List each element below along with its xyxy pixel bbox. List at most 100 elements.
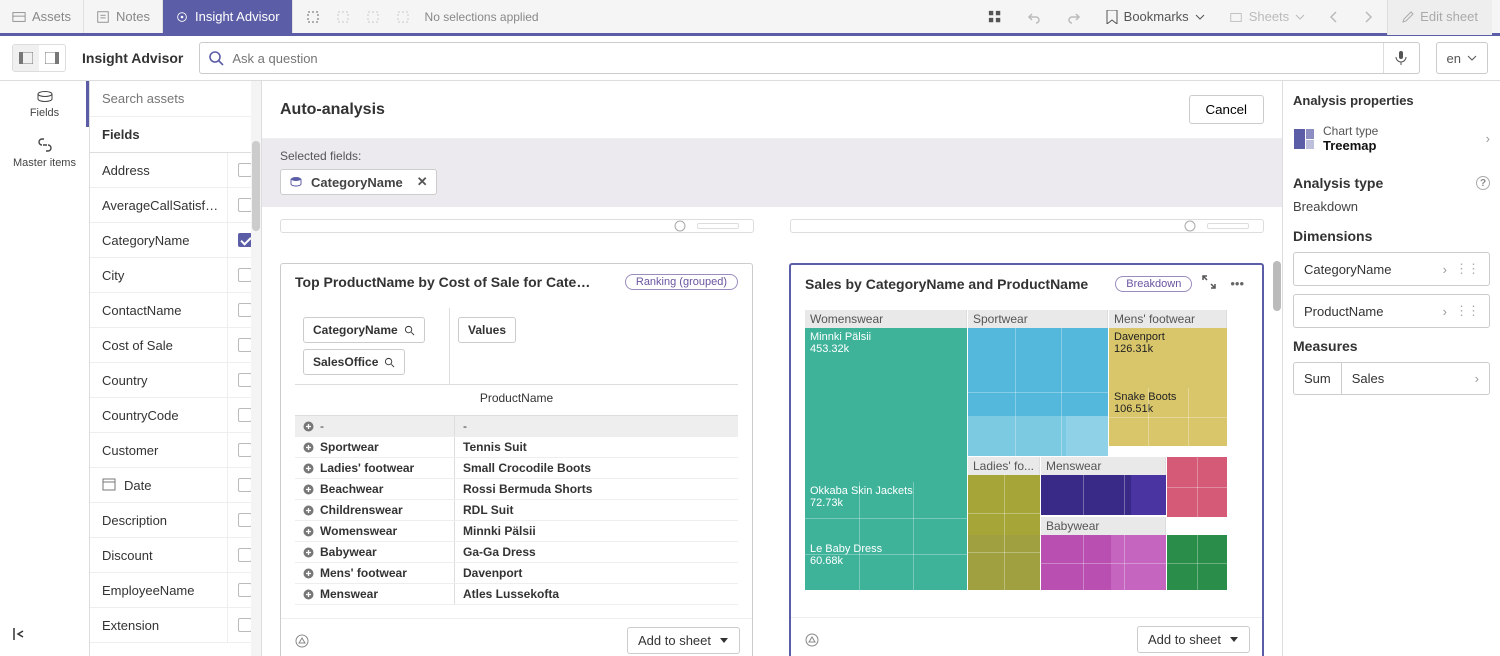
- tab-insight-advisor[interactable]: Insight Advisor: [163, 0, 293, 33]
- treemap-icon: [1293, 128, 1315, 150]
- expand-icon[interactable]: [303, 547, 314, 558]
- measure-sales[interactable]: Sum Sales›: [1293, 362, 1490, 395]
- sheets-button[interactable]: Sheets: [1219, 0, 1315, 35]
- no-selections-text: No selections applied: [425, 10, 539, 24]
- field-row[interactable]: AverageCallSatisfac...: [90, 188, 261, 223]
- add-to-sheet-button[interactable]: Add to sheet: [627, 627, 740, 654]
- treemap-category-label: Mens' footwear: [1109, 310, 1227, 329]
- card-menu-button[interactable]: •••: [1226, 276, 1248, 291]
- ask-question-search: [199, 42, 1419, 74]
- rail-item-master[interactable]: Master items: [0, 127, 89, 177]
- step-back-icon[interactable]: [335, 9, 351, 25]
- pill-salesoffice[interactable]: SalesOffice: [303, 349, 405, 375]
- expand-icon[interactable]: [303, 463, 314, 474]
- rail-item-fields[interactable]: Fields: [0, 81, 89, 127]
- language-select[interactable]: en: [1436, 42, 1488, 74]
- expand-icon[interactable]: [303, 484, 314, 495]
- dimension-productname[interactable]: ProductName›⋮⋮: [1293, 294, 1490, 328]
- table-row[interactable]: --: [295, 416, 738, 437]
- prev-sheet-button[interactable]: [1319, 0, 1349, 35]
- edit-sheet-label: Edit sheet: [1420, 9, 1478, 24]
- field-row[interactable]: ContactName: [90, 293, 261, 328]
- search-icon: [384, 357, 395, 368]
- center-scrollbar[interactable]: [1272, 81, 1282, 656]
- edit-sheet-button[interactable]: Edit sheet: [1387, 0, 1492, 35]
- mic-button[interactable]: [1383, 43, 1419, 73]
- view-toggle: [12, 44, 66, 72]
- bookmarks-button[interactable]: Bookmarks: [1096, 0, 1215, 35]
- collapse-card-button[interactable]: [1202, 275, 1216, 292]
- chevron-down-icon: [1195, 12, 1205, 22]
- explore-icon[interactable]: [803, 631, 821, 649]
- clear-sel-icon[interactable]: [395, 9, 411, 25]
- ask-question-input[interactable]: [232, 43, 1382, 73]
- field-label: CountryCode: [102, 408, 227, 423]
- view-right-panel-button[interactable]: [39, 45, 65, 71]
- step-fwd-icon[interactable]: [365, 9, 381, 25]
- table-row[interactable]: BabywearGa-Ga Dress: [295, 542, 738, 563]
- grid-icon[interactable]: [978, 0, 1012, 35]
- field-row[interactable]: Extension: [90, 608, 261, 643]
- analysis-type-value: Breakdown: [1293, 199, 1490, 214]
- treemap-category-label: Sportwear: [968, 310, 1108, 329]
- table-row[interactable]: MenswearAtles Lussekofta: [295, 584, 738, 605]
- pill-values[interactable]: Values: [458, 317, 516, 343]
- field-row[interactable]: EmployeeName: [90, 573, 261, 608]
- chevron-down-icon: [1467, 53, 1477, 63]
- treemap-category-label: Womenswear: [805, 310, 967, 329]
- next-sheet-button[interactable]: [1353, 0, 1383, 35]
- field-row[interactable]: Date: [90, 468, 261, 503]
- field-row[interactable]: CategoryName: [90, 223, 261, 258]
- tab-notes[interactable]: Notes: [84, 0, 163, 33]
- drag-handle-icon[interactable]: ⋮⋮: [1455, 261, 1479, 277]
- prop-chart-type[interactable]: Chart type Treemap ›: [1293, 120, 1490, 165]
- search-assets-input[interactable]: [90, 81, 261, 117]
- dimension-categoryname[interactable]: CategoryName›⋮⋮: [1293, 252, 1490, 286]
- table-row[interactable]: Ladies' footwearSmall Crocodile Boots: [295, 458, 738, 479]
- treemap-cell[interactable]: Minnki Pälsii453.32k: [805, 328, 967, 482]
- treemap-cell[interactable]: Davenport126.31k: [1109, 328, 1227, 388]
- tab-insight-label: Insight Advisor: [195, 9, 280, 24]
- treemap-chart[interactable]: WomenswearMinnki Pälsii453.32kOkkaba Ski…: [805, 310, 1248, 590]
- info-icon[interactable]: ?: [1476, 176, 1490, 190]
- field-row[interactable]: Description: [90, 503, 261, 538]
- cancel-button[interactable]: Cancel: [1189, 95, 1265, 124]
- field-row[interactable]: City: [90, 258, 261, 293]
- table-row[interactable]: Mens' footwearDavenport: [295, 563, 738, 584]
- field-row[interactable]: Customer: [90, 433, 261, 468]
- table-row[interactable]: BeachwearRossi Bermuda Shorts: [295, 479, 738, 500]
- collapse-rail-button[interactable]: [0, 615, 89, 656]
- page-title: Insight Advisor: [82, 50, 183, 66]
- selected-field-chip[interactable]: CategoryName ✕: [280, 169, 437, 195]
- selection-icon[interactable]: [305, 9, 321, 25]
- expand-icon[interactable]: [303, 568, 314, 579]
- view-left-panel-button[interactable]: [13, 45, 39, 71]
- field-row[interactable]: Address: [90, 153, 261, 188]
- redo-button[interactable]: [1056, 0, 1092, 35]
- undo-button[interactable]: [1016, 0, 1052, 35]
- table-row[interactable]: ChildrenswearRDL Suit: [295, 500, 738, 521]
- expand-icon[interactable]: [303, 505, 314, 516]
- link-icon: [37, 137, 53, 153]
- tab-assets[interactable]: Assets: [0, 0, 84, 33]
- expand-icon[interactable]: [303, 421, 314, 432]
- treemap-category-label: Ladies' fo...: [968, 457, 1040, 476]
- fields-scrollbar[interactable]: [251, 81, 261, 656]
- expand-icon[interactable]: [303, 442, 314, 453]
- pill-categoryname[interactable]: CategoryName: [303, 317, 425, 343]
- expand-icon[interactable]: [303, 526, 314, 537]
- add-to-sheet-button[interactable]: Add to sheet: [1137, 626, 1250, 653]
- table-row[interactable]: WomenswearMinnki Pälsii: [295, 521, 738, 542]
- drag-handle-icon[interactable]: ⋮⋮: [1455, 303, 1479, 319]
- field-row[interactable]: Cost of Sale: [90, 328, 261, 363]
- field-label: Country: [102, 373, 227, 388]
- field-row[interactable]: CountryCode: [90, 398, 261, 433]
- fields-panel: Fields AddressAverageCallSatisfac...Cate…: [90, 81, 262, 656]
- field-row[interactable]: Country: [90, 363, 261, 398]
- explore-icon[interactable]: [293, 632, 311, 650]
- table-row[interactable]: SportwearTennis Suit: [295, 437, 738, 458]
- remove-chip-button[interactable]: ✕: [411, 174, 428, 190]
- field-row[interactable]: Discount: [90, 538, 261, 573]
- field-icon: [289, 175, 303, 189]
- expand-icon[interactable]: [303, 589, 314, 600]
